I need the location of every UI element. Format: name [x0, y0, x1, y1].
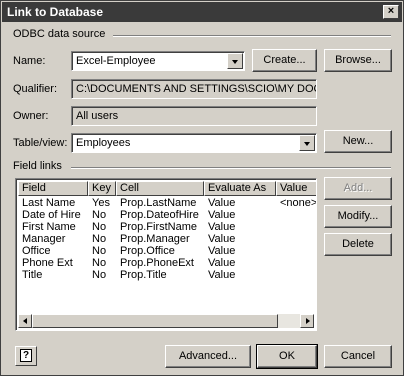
help-button[interactable]: ? — [15, 346, 37, 366]
horizontal-scrollbar[interactable] — [18, 314, 314, 328]
table-row[interactable]: Title No Prop.Title Value — [18, 269, 316, 281]
cell-key: No — [92, 233, 107, 245]
cell-key: No — [92, 209, 107, 221]
window-title: Link to Database — [7, 5, 104, 19]
table-row[interactable]: First Name No Prop.FirstName Value — [18, 221, 316, 233]
table-view-label: Table/view: — [13, 137, 68, 149]
cell-evaluate-as: Value — [208, 221, 236, 233]
cell-field: Manager — [22, 233, 66, 245]
owner-field: All users — [71, 106, 317, 126]
column-header-evaluate-as[interactable]: Evaluate As — [204, 181, 276, 196]
table-header: Field Key Cell Evaluate As Value — [18, 181, 316, 196]
column-header-value[interactable]: Value — [276, 181, 316, 196]
cell-evaluate-as: Value — [208, 209, 236, 221]
table-row[interactable]: Office No Prop.Office Value — [18, 245, 316, 257]
cell-evaluate-as: Value — [208, 269, 236, 281]
cell-field: Date of Hire — [22, 209, 81, 221]
table-body: Last Name Yes Prop.LastName Value <none>… — [18, 197, 317, 281]
cell-value — [276, 245, 316, 257]
column-header-key[interactable]: Key — [88, 181, 116, 196]
cell-cell: Prop.FirstName — [120, 221, 198, 233]
table-view-value: Employees — [76, 137, 131, 149]
create-button[interactable]: Create... — [252, 49, 317, 72]
cell-cell: Prop.PhoneExt — [120, 257, 194, 269]
cell-cell: Prop.LastName — [120, 197, 197, 209]
close-button[interactable]: × — [383, 5, 399, 19]
cell-value: <none> — [280, 197, 317, 209]
column-header-cell[interactable]: Cell — [116, 181, 204, 196]
cell-value — [276, 209, 316, 221]
cell-evaluate-as: Value — [208, 245, 236, 257]
cell-cell: Prop.Title — [120, 269, 167, 281]
name-dropdown-button[interactable] — [227, 53, 243, 69]
advanced-button[interactable]: Advanced... — [165, 345, 251, 368]
owner-value: All users — [76, 110, 119, 122]
qualifier-value: C:\DOCUMENTS AND SETTINGS\SCIO\MY DOCUME… — [76, 83, 316, 95]
cell-cell: Prop.DateofHire — [120, 209, 199, 221]
arrow-left-icon — [23, 318, 27, 324]
table-view-dropdown[interactable]: Employees — [71, 133, 317, 153]
name-label: Name: — [13, 55, 46, 67]
cell-key: No — [92, 221, 107, 233]
scroll-thumb[interactable] — [32, 314, 278, 328]
modify-button[interactable]: Modify... — [324, 205, 392, 228]
name-value: Excel-Employee — [76, 55, 156, 67]
cell-field: First Name — [22, 221, 76, 233]
qualifier-label: Qualifier: — [13, 83, 58, 95]
scroll-right-button[interactable] — [300, 314, 314, 328]
cell-cell: Prop.Manager — [120, 233, 190, 245]
cell-evaluate-as: Value — [208, 257, 236, 269]
arrow-right-icon — [306, 318, 310, 324]
field-links-group-divider — [71, 167, 391, 169]
cell-value — [276, 233, 316, 245]
cell-field: Last Name — [22, 197, 76, 209]
title-bar: Link to Database × — [2, 2, 402, 22]
cell-key: Yes — [92, 197, 110, 209]
table-view-dropdown-button[interactable] — [299, 135, 315, 151]
cell-key: No — [92, 269, 107, 281]
odbc-group-label: ODBC data source — [13, 28, 106, 40]
odbc-group-divider — [113, 35, 391, 37]
table-row[interactable]: Phone Ext No Prop.PhoneExt Value — [18, 257, 316, 269]
table-row[interactable]: Date of Hire No Prop.DateofHire Value — [18, 209, 316, 221]
table-row[interactable]: Last Name Yes Prop.LastName Value <none> — [18, 197, 317, 209]
help-icon: ? — [20, 349, 32, 362]
new-button[interactable]: New... — [324, 130, 392, 153]
cell-value — [276, 257, 316, 269]
column-header-field[interactable]: Field — [18, 181, 88, 196]
cell-field: Phone Ext — [22, 257, 73, 269]
cell-field: Title — [22, 269, 43, 281]
name-dropdown[interactable]: Excel-Employee — [71, 51, 245, 71]
scroll-left-button[interactable] — [18, 314, 32, 328]
qualifier-field: C:\DOCUMENTS AND SETTINGS\SCIO\MY DOCUME… — [71, 79, 317, 99]
delete-button[interactable]: Delete — [324, 233, 392, 256]
field-links-group-label: Field links — [13, 160, 62, 172]
cell-key: No — [92, 245, 107, 257]
cancel-button[interactable]: Cancel — [324, 345, 392, 368]
close-icon: × — [387, 5, 395, 17]
cell-evaluate-as: Value — [208, 197, 236, 209]
add-button[interactable]: Add... — [324, 177, 392, 200]
cell-key: No — [92, 257, 107, 269]
field-links-table[interactable]: Field Key Cell Evaluate As Value Last Na… — [15, 178, 317, 331]
cell-field: Office — [22, 245, 51, 257]
browse-button[interactable]: Browse... — [324, 49, 392, 72]
ok-button[interactable]: OK — [256, 344, 318, 369]
chevron-down-icon — [232, 60, 238, 64]
table-row[interactable]: Manager No Prop.Manager Value — [18, 233, 316, 245]
cell-cell: Prop.Office — [120, 245, 175, 257]
link-to-database-dialog: Link to Database × ODBC data source Name… — [0, 0, 404, 376]
chevron-down-icon — [304, 142, 310, 146]
cell-evaluate-as: Value — [208, 233, 236, 245]
cell-value — [276, 269, 316, 281]
cell-value — [276, 221, 316, 233]
owner-label: Owner: — [13, 110, 49, 122]
